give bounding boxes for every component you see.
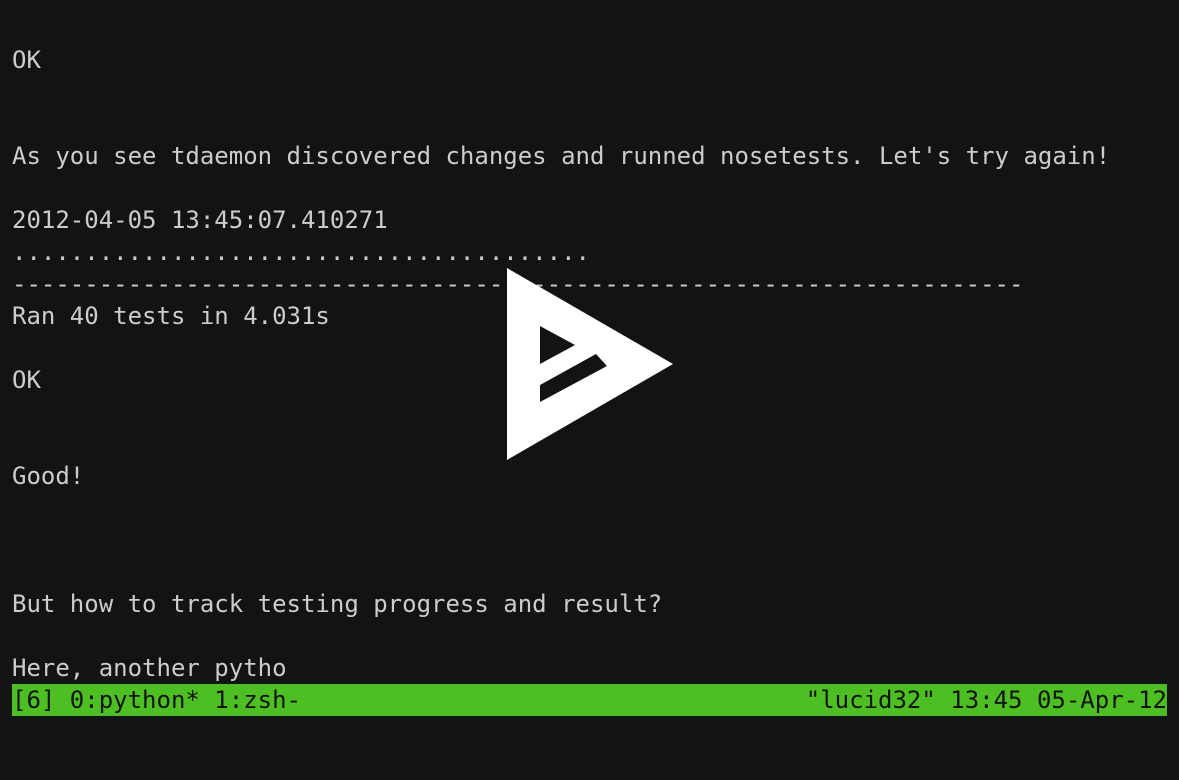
terminal-line: OK (12, 366, 41, 394)
tmux-window-list: [6] 0:python* 1:zsh- (12, 686, 301, 714)
terminal-line: OK (12, 46, 41, 74)
terminal-line: Ran 40 tests in 4.031s (12, 302, 330, 330)
play-button[interactable] (506, 268, 674, 460)
terminal-line: 2012-04-05 13:45:07.410271 (12, 206, 388, 234)
test-dots-line: ........................................ (12, 238, 590, 266)
tmux-host-clock: "lucid32" 13:45 05-Apr-12 (805, 686, 1167, 714)
terminal-line: Good! (12, 462, 85, 490)
asciinema-play-icon (507, 268, 673, 460)
terminal-line: As you see tdaemon discovered changes an… (12, 142, 1111, 170)
tmux-status-bar: [6] 0:python* 1:zsh- "lucid32" 13:45 05-… (12, 684, 1167, 716)
terminal-line: Here, another pytho (12, 654, 287, 682)
terminal-line: But how to track testing progress and re… (12, 590, 663, 618)
